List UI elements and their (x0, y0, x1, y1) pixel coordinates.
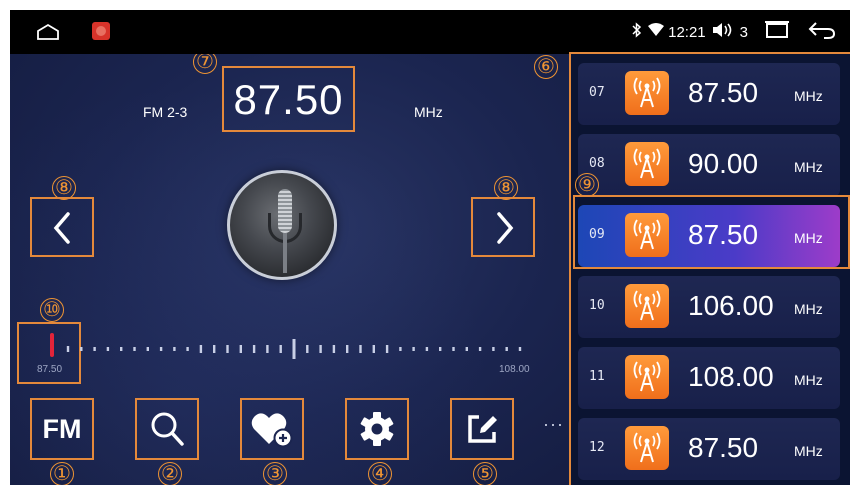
preset-unit: MHz (794, 301, 823, 317)
scale-tick (359, 345, 362, 353)
gear-icon (360, 412, 394, 446)
band-button-label: FM (42, 413, 82, 444)
scale-tick (252, 345, 256, 353)
scale-tick (492, 347, 495, 351)
preset-number: 12 (589, 440, 605, 455)
scale-tick (306, 345, 309, 353)
scale-tick (226, 345, 229, 353)
preset-item[interactable]: 07 87.50 MHz (578, 63, 840, 125)
scale-tick (399, 347, 402, 351)
preset-unit: MHz (794, 443, 823, 459)
tuning-needle[interactable] (50, 333, 54, 357)
radio-tower-icon (625, 355, 669, 399)
tuner-panel: ⑦ FM 2-3 87.50 MHz ⑧ ⑧ ⑩ 87.50 108.00 FM… (10, 54, 570, 485)
scale-tick (80, 347, 83, 351)
scale-tick (213, 345, 216, 353)
radio-tower-icon (625, 71, 669, 115)
edit-icon (468, 415, 497, 443)
radio-tower-icon (625, 426, 669, 470)
scale-tick (425, 347, 429, 351)
preset-item[interactable]: 12 87.50 MHz (578, 418, 840, 480)
volume-level: 3 (739, 23, 748, 41)
preset-list: 07 87.50 MHz 08 90.00 MHz 09 87.50 MHz 10 106.00 MH… (570, 54, 850, 485)
scale-tick (199, 345, 203, 353)
volume-icon[interactable] (712, 22, 734, 42)
preset-frequency: 108.00 (688, 361, 774, 392)
dial-min-label: 87.50 (37, 364, 63, 375)
callout-9: ⑨ (575, 173, 599, 197)
callout-1: ① (50, 462, 74, 485)
callout-2: ② (158, 462, 182, 485)
scale-tick (106, 347, 110, 351)
scale-tick (266, 345, 269, 353)
scale-tick (292, 339, 296, 359)
scale-tick (332, 345, 336, 353)
radio-tower-icon (625, 142, 669, 186)
scale-tick (385, 345, 389, 353)
callout-6: ⑥ (534, 55, 558, 79)
search-button[interactable] (135, 398, 199, 460)
recent-apps-icon[interactable] (764, 21, 790, 43)
preset-frequency: 87.50 (688, 77, 759, 108)
scale-tick (279, 345, 282, 353)
status-bar: 12:21 3 (10, 10, 850, 54)
preset-item[interactable]: 08 90.00 MHz (578, 134, 840, 196)
preset-frequency: 90.00 (688, 148, 759, 179)
callout-5: ⑤ (473, 462, 497, 485)
clock: 12:21 (668, 23, 706, 41)
scale-tick (346, 345, 349, 353)
preset-unit: MHz (794, 372, 823, 388)
preset-number: 10 (589, 298, 605, 313)
scale-tick (173, 347, 176, 351)
search-icon (151, 412, 184, 446)
edit-button[interactable] (450, 398, 514, 460)
status-indicators: 12:21 3 (626, 20, 836, 44)
scale-tick (439, 347, 442, 351)
bluetooth-icon (632, 22, 642, 42)
preset-number: 08 (589, 156, 605, 171)
preset-unit: MHz (794, 88, 823, 104)
preset-number: 11 (589, 369, 605, 384)
radio-tower-icon (625, 284, 669, 328)
scale-tick (518, 347, 522, 351)
scale-tick (93, 347, 96, 351)
scale-tick (186, 347, 189, 351)
wifi-icon (648, 23, 665, 41)
settings-button[interactable] (345, 398, 409, 460)
scale-tick (452, 347, 455, 351)
back-icon[interactable] (808, 21, 836, 43)
scale-tick (239, 345, 242, 353)
scale-tick (120, 347, 123, 351)
dial-max-label: 108.00 (499, 364, 530, 375)
scale-tick (478, 347, 482, 351)
scale-tick (505, 347, 508, 351)
preset-frequency: 87.50 (688, 432, 759, 463)
scale-tick (412, 347, 415, 351)
selected-preset-highlight (573, 195, 850, 269)
more-options-icon[interactable]: ··· (543, 414, 564, 435)
scale-tick (319, 345, 322, 353)
scale-tick (372, 345, 375, 353)
callout-4: ④ (368, 462, 392, 485)
preset-unit: MHz (794, 159, 823, 175)
callout-3: ③ (263, 462, 287, 485)
preset-item[interactable]: 11 108.00 MHz (578, 347, 840, 409)
favorite-add-icon (251, 413, 293, 448)
add-favorite-button[interactable] (240, 398, 304, 460)
app-icon[interactable] (92, 22, 110, 40)
preset-frequency: 106.00 (688, 290, 774, 321)
scale-tick (66, 346, 70, 352)
scale-tick (465, 347, 468, 351)
scale-tick (133, 347, 136, 351)
scale-tick (146, 347, 149, 351)
band-button[interactable]: FM (30, 398, 94, 460)
preset-item[interactable]: 10 106.00 MHz (578, 276, 840, 338)
home-icon[interactable] (36, 23, 60, 46)
scale-tick (159, 347, 163, 351)
preset-number: 07 (589, 85, 605, 100)
